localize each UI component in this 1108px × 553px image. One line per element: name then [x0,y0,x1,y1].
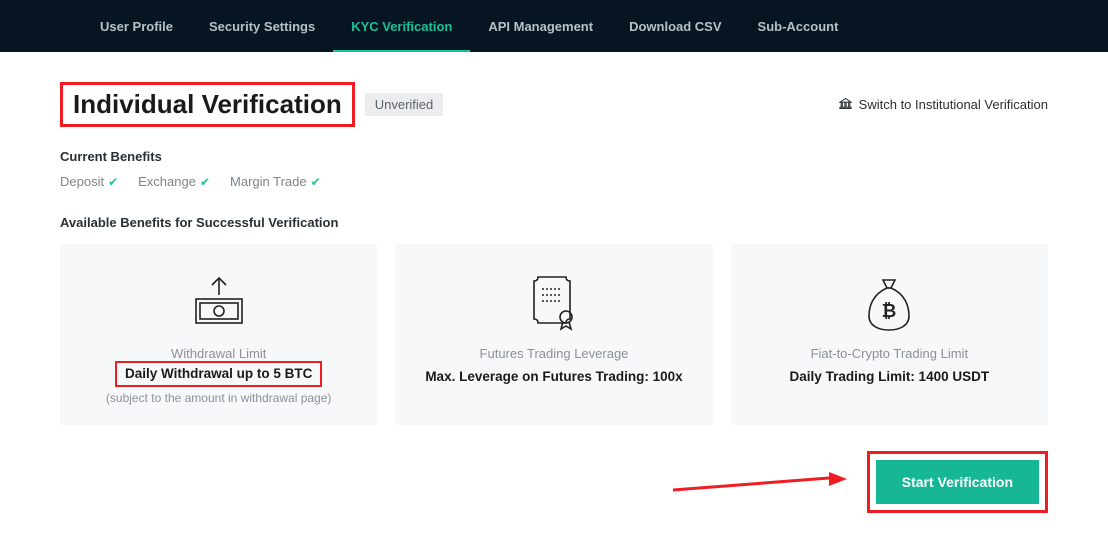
institution-icon [838,96,853,114]
card-main-text: Daily Withdrawal up to 5 BTC [125,366,312,381]
nav-download-csv[interactable]: Download CSV [611,0,739,52]
current-benefits-row: Deposit ✔ Exchange ✔ Margin Trade ✔ [60,174,1048,189]
nav-kyc-verification[interactable]: KYC Verification [333,0,470,52]
nav-sub-account[interactable]: Sub-Account [740,0,857,52]
card-main-text: Daily Trading Limit: 1400 USDT [790,369,990,384]
current-benefits-label: Current Benefits [60,149,1048,164]
card-fiat-limit: ₿ Fiat-to-Crypto Trading Limit Daily Tra… [731,244,1048,425]
switch-verification-link[interactable]: Switch to Institutional Verification [838,96,1048,114]
title-left: Individual Verification Unverified [60,82,443,127]
annotation-arrow [60,470,867,494]
check-icon: ✔ [200,175,210,189]
page-body: Individual Verification Unverified Switc… [0,52,1108,553]
annotation-box-withdrawal: Daily Withdrawal up to 5 BTC [115,361,322,387]
top-nav: User Profile Security Settings KYC Verif… [0,0,1108,52]
nav-user-profile[interactable]: User Profile [82,0,191,52]
cta-label: Start Verification [902,474,1013,490]
benefit-deposit: Deposit ✔ [60,174,118,189]
check-icon: ✔ [311,175,321,189]
title-row: Individual Verification Unverified Switc… [60,82,1048,127]
benefit-label: Exchange [138,174,196,189]
benefit-exchange: Exchange ✔ [138,174,210,189]
card-main-text: Max. Leverage on Futures Trading: 100x [425,369,682,384]
annotation-box-title: Individual Verification [60,82,355,127]
nav-api-management[interactable]: API Management [470,0,611,52]
benefit-cards: Withdrawal Limit Daily Withdrawal up to … [60,244,1048,425]
cta-row: Start Verification [60,451,1048,513]
nav-label: KYC Verification [351,19,452,34]
svg-text:₿: ₿ [882,301,897,321]
card-subtitle: Fiat-to-Crypto Trading Limit [811,346,969,361]
nav-label: Security Settings [209,19,315,34]
certificate-icon [526,268,582,338]
available-benefits-label: Available Benefits for Successful Verifi… [60,215,1048,230]
benefit-label: Deposit [60,174,104,189]
nav-security-settings[interactable]: Security Settings [191,0,333,52]
benefit-label: Margin Trade [230,174,307,189]
cash-withdraw-icon [188,268,250,338]
nav-label: User Profile [100,19,173,34]
money-bag-icon: ₿ [861,268,917,338]
nav-label: API Management [488,19,593,34]
card-subtitle: Withdrawal Limit [171,346,266,361]
page-title: Individual Verification [73,89,342,119]
card-note: (subject to the amount in withdrawal pag… [106,391,331,405]
switch-verification-label: Switch to Institutional Verification [859,97,1048,112]
nav-label: Sub-Account [758,19,839,34]
check-icon: ✔ [108,175,118,189]
start-verification-button[interactable]: Start Verification [876,460,1039,504]
benefit-margin-trade: Margin Trade ✔ [230,174,321,189]
status-badge: Unverified [365,93,444,116]
card-subtitle: Futures Trading Leverage [480,346,629,361]
card-futures-leverage: Futures Trading Leverage Max. Leverage o… [395,244,712,425]
nav-label: Download CSV [629,19,721,34]
annotation-box-cta: Start Verification [867,451,1048,513]
card-withdrawal-limit: Withdrawal Limit Daily Withdrawal up to … [60,244,377,425]
